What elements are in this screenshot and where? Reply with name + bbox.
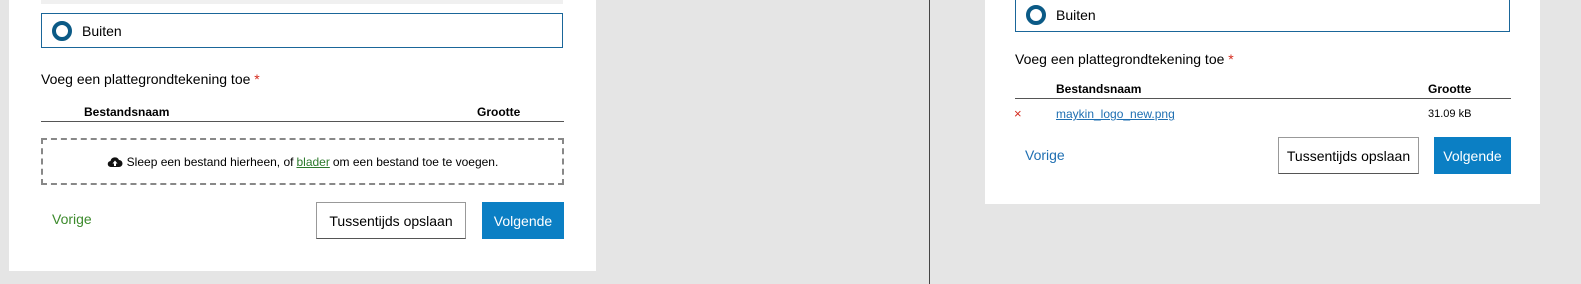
dropzone-text-before: Sleep een bestand hierheen, of bbox=[126, 154, 294, 169]
file-dropzone[interactable]: Sleep een bestand hierheen, of blader om… bbox=[41, 138, 564, 185]
radio-selected-icon bbox=[1026, 5, 1046, 25]
table-header-rule bbox=[1015, 98, 1511, 99]
radio-option-label: Buiten bbox=[1056, 7, 1096, 23]
uploaded-file-size: 31.09 kB bbox=[1428, 108, 1472, 120]
column-header-filename: Bestandsnaam bbox=[1056, 82, 1142, 96]
uploaded-file-link[interactable]: maykin_logo_new.png bbox=[1056, 107, 1175, 121]
upload-field-label-text: Voeg een plattegrondtekening toe bbox=[41, 71, 251, 87]
column-header-size: Grootte bbox=[1428, 82, 1472, 96]
radio-option-buiten[interactable]: Buiten bbox=[41, 13, 563, 48]
previous-link[interactable]: Vorige bbox=[1025, 147, 1065, 163]
radio-selected-icon bbox=[52, 20, 72, 41]
table-header-rule bbox=[41, 121, 564, 122]
next-button[interactable]: Volgende bbox=[1434, 137, 1511, 174]
save-draft-button[interactable]: Tussentijds opslaan bbox=[1278, 137, 1419, 174]
next-button[interactable]: Volgende bbox=[482, 202, 564, 239]
upload-field-label-text: Voeg een plattegrondtekening toe bbox=[1015, 51, 1225, 67]
previous-link[interactable]: Vorige bbox=[52, 211, 92, 227]
viewport-divider bbox=[929, 0, 930, 284]
right-form-card: Buiten Voeg een plattegrondtekening toe … bbox=[985, 0, 1540, 204]
upload-field-label: Voeg een plattegrondtekening toe * bbox=[1015, 51, 1234, 67]
required-marker: * bbox=[1228, 51, 1234, 67]
required-marker: * bbox=[254, 71, 260, 87]
column-header-filename: Bestandsnaam bbox=[84, 105, 170, 119]
dropzone-text-after: om een bestand toe te voegen. bbox=[332, 154, 499, 169]
column-header-size: Grootte bbox=[477, 105, 521, 119]
radio-option-label: Buiten bbox=[82, 22, 122, 39]
radio-option-buiten[interactable]: Buiten bbox=[1015, 0, 1510, 32]
cloud-upload-icon bbox=[107, 156, 123, 167]
save-draft-button[interactable]: Tussentijds opslaan bbox=[316, 202, 466, 239]
remove-file-icon[interactable]: × bbox=[1014, 106, 1022, 121]
browse-link[interactable]: blader bbox=[296, 155, 329, 169]
left-form-card: Buiten Voeg een plattegrondtekening toe … bbox=[9, 0, 596, 271]
previous-field-strip bbox=[41, 0, 563, 4]
upload-field-label: Voeg een plattegrondtekening toe * bbox=[41, 71, 260, 87]
